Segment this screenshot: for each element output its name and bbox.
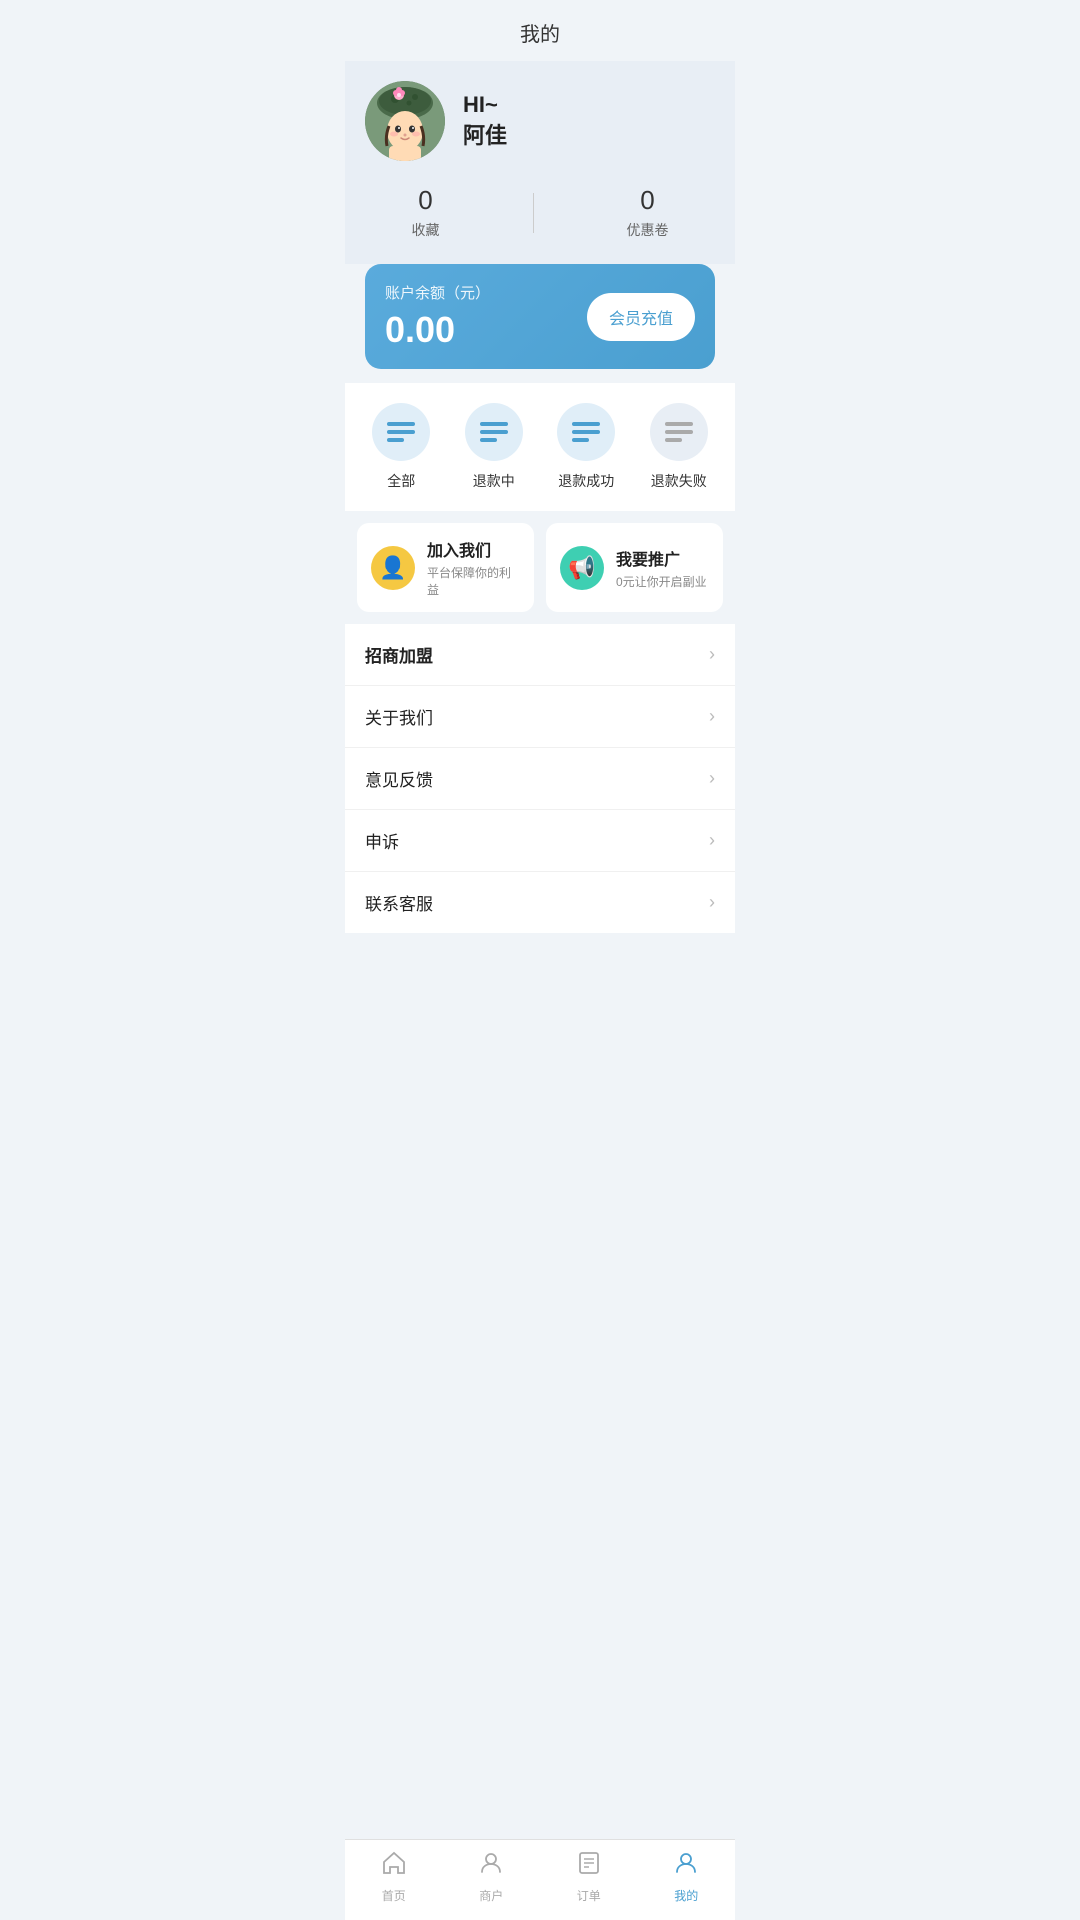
coupons-stat[interactable]: 0 优惠卷 bbox=[627, 185, 669, 240]
menu-item-franchise-label: 招商加盟 bbox=[365, 642, 433, 667]
icon-line-7 bbox=[572, 422, 600, 426]
chevron-icon-complaint: › bbox=[709, 830, 715, 851]
recharge-button[interactable]: 会员充值 bbox=[587, 293, 695, 341]
home-icon bbox=[381, 1850, 407, 1883]
order-icon bbox=[576, 1850, 602, 1883]
icon-line-2 bbox=[387, 430, 415, 434]
balance-left: 账户余额（元） 0.00 bbox=[385, 282, 490, 351]
nav-merchant-label: 商户 bbox=[479, 1887, 503, 1904]
nav-home[interactable]: 首页 bbox=[364, 1850, 424, 1904]
menu-item-feedback[interactable]: 意见反馈 › bbox=[345, 748, 735, 810]
promo-join[interactable]: 👤 加入我们 平台保障你的利益 bbox=[357, 523, 534, 612]
action-all-label: 全部 bbox=[387, 471, 415, 491]
coupons-count: 0 bbox=[640, 185, 654, 216]
chevron-icon-franchise: › bbox=[709, 644, 715, 665]
profile-section: HI~ 阿佳 0 收藏 0 优惠卷 bbox=[345, 61, 735, 264]
menu-item-customer-service-label: 联系客服 bbox=[365, 890, 433, 915]
menu-item-customer-service[interactable]: 联系客服 › bbox=[345, 872, 735, 933]
bottom-nav: 首页 商户 订单 我的 bbox=[345, 1839, 735, 1920]
nav-mine-label: 我的 bbox=[674, 1887, 698, 1904]
nav-merchant[interactable]: 商户 bbox=[461, 1850, 521, 1904]
avatar[interactable] bbox=[365, 81, 445, 161]
icon-line-12 bbox=[665, 438, 682, 442]
promote-icon: 📢 bbox=[560, 546, 604, 590]
balance-label: 账户余额（元） bbox=[385, 282, 490, 303]
chevron-icon-customer-service: › bbox=[709, 892, 715, 913]
action-refund-success[interactable]: 退款成功 bbox=[557, 403, 615, 491]
action-refund-fail-label: 退款失败 bbox=[651, 471, 707, 491]
icon-line-9 bbox=[572, 438, 589, 442]
favorites-stat[interactable]: 0 收藏 bbox=[412, 185, 440, 240]
promo-promote[interactable]: 📢 我要推广 0元让你开启副业 bbox=[546, 523, 723, 612]
menu-item-franchise[interactable]: 招商加盟 › bbox=[345, 624, 735, 686]
promo-promote-text: 我要推广 0元让你开启副业 bbox=[616, 546, 707, 590]
quick-actions: 全部 退款中 退款成功 退款失败 bbox=[345, 383, 735, 511]
menu-item-about-label: 关于我们 bbox=[365, 704, 433, 729]
nav-home-label: 首页 bbox=[382, 1887, 406, 1904]
promo-join-subtitle: 平台保障你的利益 bbox=[427, 564, 520, 598]
promo-promote-subtitle: 0元让你开启副业 bbox=[616, 573, 707, 590]
promo-promote-title: 我要推广 bbox=[616, 546, 707, 570]
icon-line-11 bbox=[665, 430, 693, 434]
mine-icon bbox=[673, 1850, 699, 1883]
icon-line-10 bbox=[665, 422, 693, 426]
menu-item-complaint-label: 申诉 bbox=[365, 828, 399, 853]
action-refund-success-label: 退款成功 bbox=[558, 471, 614, 491]
action-all[interactable]: 全部 bbox=[372, 403, 430, 491]
icon-line-3 bbox=[387, 438, 404, 442]
action-refund-fail[interactable]: 退款失败 bbox=[650, 403, 708, 491]
nav-mine[interactable]: 我的 bbox=[656, 1850, 716, 1904]
menu-item-complaint[interactable]: 申诉 › bbox=[345, 810, 735, 872]
page-title: 我的 bbox=[345, 0, 735, 61]
icon-line-8 bbox=[572, 430, 600, 434]
join-icon: 👤 bbox=[371, 546, 415, 590]
menu-item-about[interactable]: 关于我们 › bbox=[345, 686, 735, 748]
promo-join-title: 加入我们 bbox=[427, 537, 520, 561]
merchant-icon bbox=[478, 1850, 504, 1883]
chevron-icon-about: › bbox=[709, 706, 715, 727]
favorites-count: 0 bbox=[418, 185, 432, 216]
balance-amount: 0.00 bbox=[385, 309, 490, 351]
nav-order-label: 订单 bbox=[577, 1887, 601, 1904]
favorites-label: 收藏 bbox=[412, 220, 440, 240]
icon-line-6 bbox=[480, 438, 497, 442]
greeting-name: 阿佳 bbox=[463, 118, 507, 150]
action-refund-fail-icon bbox=[650, 403, 708, 461]
action-refunding-label: 退款中 bbox=[473, 471, 515, 491]
icon-line-4 bbox=[480, 422, 508, 426]
nav-order[interactable]: 订单 bbox=[559, 1850, 619, 1904]
icon-line-5 bbox=[480, 430, 508, 434]
action-refunding-icon bbox=[465, 403, 523, 461]
balance-card: 账户余额（元） 0.00 会员充值 bbox=[365, 264, 715, 369]
action-all-icon bbox=[372, 403, 430, 461]
coupons-label: 优惠卷 bbox=[627, 220, 669, 240]
greeting-hi: HI~ bbox=[463, 92, 507, 118]
stats-row: 0 收藏 0 优惠卷 bbox=[365, 185, 715, 240]
icon-line-1 bbox=[387, 422, 415, 426]
profile-top: HI~ 阿佳 bbox=[365, 81, 715, 161]
promo-join-text: 加入我们 平台保障你的利益 bbox=[427, 537, 520, 598]
greeting: HI~ 阿佳 bbox=[463, 92, 507, 150]
action-refunding[interactable]: 退款中 bbox=[465, 403, 523, 491]
promo-row: 👤 加入我们 平台保障你的利益 📢 我要推广 0元让你开启副业 bbox=[357, 523, 723, 612]
stats-divider bbox=[533, 193, 534, 233]
menu-list: 招商加盟 › 关于我们 › 意见反馈 › 申诉 › 联系客服 › bbox=[345, 624, 735, 933]
action-refund-success-icon bbox=[557, 403, 615, 461]
chevron-icon-feedback: › bbox=[709, 768, 715, 789]
menu-item-feedback-label: 意见反馈 bbox=[365, 766, 433, 791]
